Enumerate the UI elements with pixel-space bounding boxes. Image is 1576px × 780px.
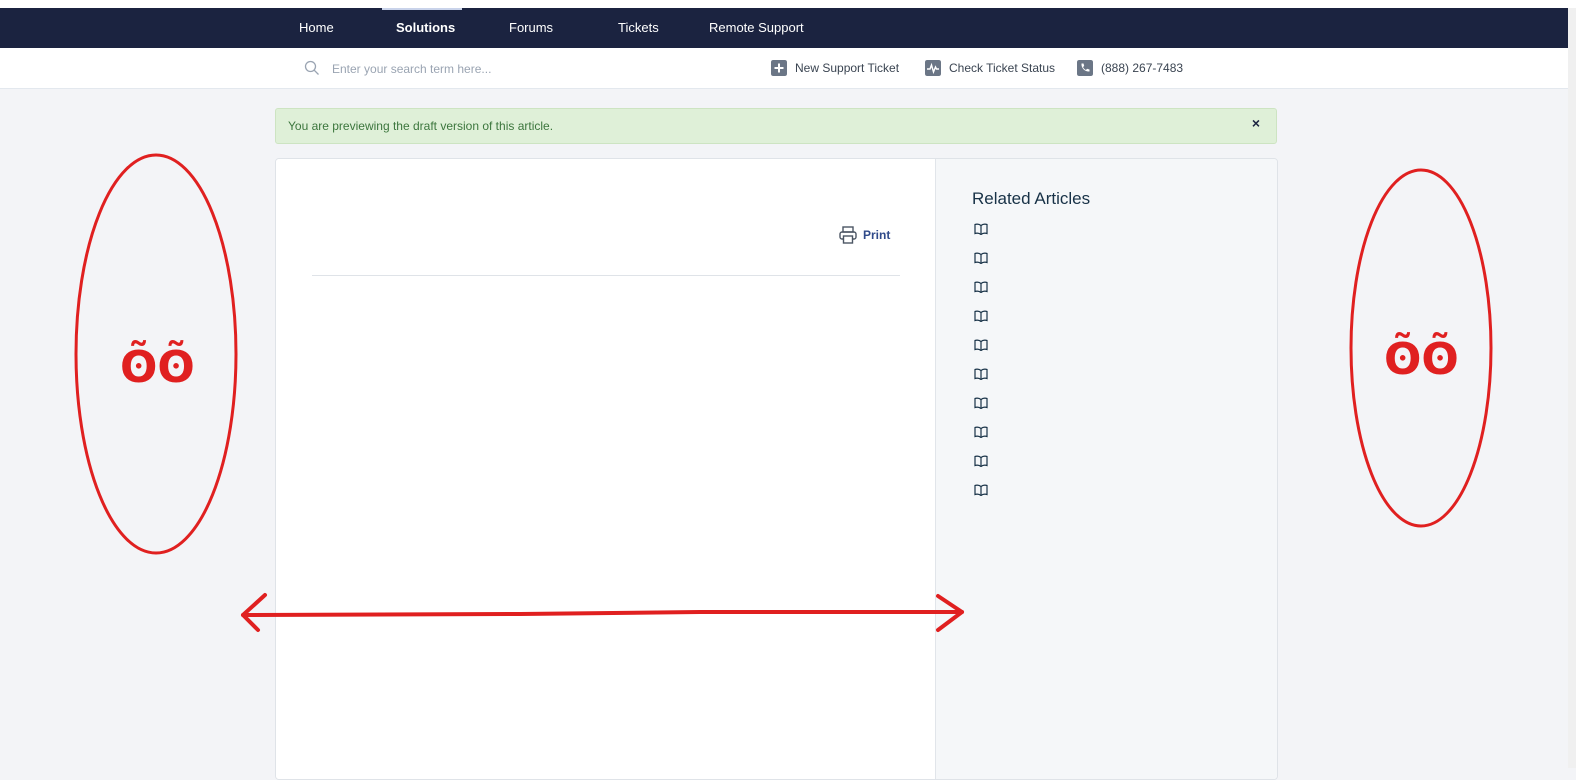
left-eyes-annotation: ʘ̃ʘ̃	[120, 339, 195, 393]
new-support-ticket-label: New Support Ticket	[795, 61, 900, 75]
nav-home[interactable]: Home	[299, 8, 334, 48]
sub-header-bar: New Support Ticket Check Ticket Status (…	[0, 48, 1568, 89]
book-icon	[974, 252, 988, 264]
related-articles-title: Related Articles	[972, 189, 1091, 208]
search-icon	[304, 60, 319, 75]
nav-remote-support[interactable]: Remote Support	[709, 8, 804, 48]
top-navigation: Home Solutions Forums Tickets Remote Sup…	[0, 8, 1568, 48]
book-icon	[974, 484, 988, 496]
article-card: Print Related Articles	[275, 158, 1278, 780]
left-annotation-ellipse	[74, 153, 238, 555]
search-input[interactable]	[330, 58, 734, 80]
phone-icon	[1077, 60, 1093, 76]
close-icon[interactable]: ×	[1252, 115, 1260, 131]
book-icon	[974, 223, 988, 235]
printer-icon	[839, 226, 857, 244]
nav-forums[interactable]: Forums	[509, 8, 553, 48]
draft-preview-alert: You are previewing the draft version of …	[275, 108, 1277, 144]
related-articles-panel: Related Articles	[935, 159, 1277, 779]
right-eyes-annotation: ʘ̃ʘ̃	[1384, 331, 1459, 385]
print-label: Print	[863, 228, 891, 242]
phone-number-label: (888) 267-7483	[1101, 61, 1184, 75]
pulse-icon	[925, 60, 941, 76]
book-icon	[974, 426, 988, 438]
book-icon	[974, 339, 988, 351]
page-scrollbar[interactable]	[1568, 8, 1576, 768]
plus-icon	[771, 60, 787, 76]
book-icon	[974, 310, 988, 322]
book-icon	[974, 455, 988, 467]
check-ticket-status-label: Check Ticket Status	[949, 61, 1056, 75]
right-annotation-ellipse	[1349, 168, 1493, 528]
top-strip	[0, 0, 1576, 8]
book-icon	[974, 397, 988, 409]
book-icon	[974, 368, 988, 380]
article-main-panel: Print	[276, 159, 935, 779]
nav-tickets[interactable]: Tickets	[618, 8, 659, 48]
nav-solutions[interactable]: Solutions	[396, 8, 455, 48]
book-icon	[974, 281, 988, 293]
alert-message: You are previewing the draft version of …	[288, 119, 554, 133]
article-divider	[312, 275, 900, 276]
